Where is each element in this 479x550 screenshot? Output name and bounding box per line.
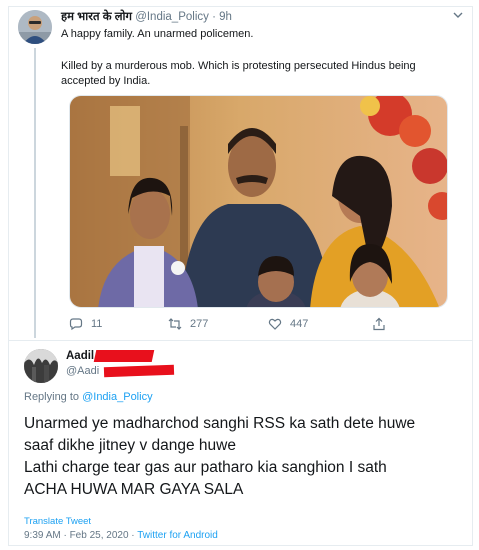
- author-avatar[interactable]: [18, 10, 52, 44]
- redaction-mark: [93, 350, 155, 362]
- reply-text-line: Unarmed ye madharchod sanghi RSS ka sath…: [24, 415, 416, 432]
- replying-handle-link[interactable]: @India_Policy: [82, 391, 152, 403]
- thread-connector: [34, 48, 36, 338]
- tweet-header: हम भारत के लोग @India_Policy · 9h: [61, 9, 232, 24]
- share-icon: [373, 317, 385, 331]
- like-count: 447: [290, 318, 309, 330]
- timestamp-text[interactable]: 9:39 AM · Feb 25, 2020 ·: [24, 530, 137, 541]
- tweet-time[interactable]: 9h: [219, 11, 232, 23]
- reply-count: 11: [91, 318, 103, 330]
- reply-text-line: saaf dikhe jitney v dange huwe: [24, 437, 236, 454]
- reply-action[interactable]: 11: [69, 317, 102, 331]
- heart-icon: [268, 318, 282, 330]
- author-name[interactable]: हम भारत के लोग: [61, 11, 132, 23]
- reply-icon: [69, 318, 83, 331]
- reply-text: Unarmed ye madharchod sanghi RSS ka sath…: [24, 413, 464, 501]
- family-photo[interactable]: [69, 95, 448, 308]
- tweet-text-line-1: A happy family. An unarmed policemen.: [61, 28, 254, 40]
- meta-separator: ·: [208, 11, 220, 23]
- retweet-action[interactable]: 277: [168, 317, 208, 331]
- translate-tweet-link[interactable]: Translate Tweet: [24, 516, 91, 527]
- replying-to: Replying to @India_Policy: [24, 391, 153, 403]
- reply-author-handle[interactable]: @Aadi: [66, 365, 99, 377]
- tweet-divider: [8, 340, 473, 341]
- reply-author-name[interactable]: Aadil: [66, 350, 94, 362]
- author-handle[interactable]: @India_Policy: [135, 11, 209, 23]
- reply-text-line: ACHA HUWA MAR GAYA SALA: [24, 481, 244, 498]
- replying-prefix: Replying to: [24, 391, 83, 403]
- tweet-text-line-2: Killed by a murderous mob. Which is prot…: [61, 60, 416, 87]
- like-action[interactable]: 447: [268, 317, 308, 331]
- client-link[interactable]: Twitter for Android: [137, 530, 218, 541]
- retweet-count: 277: [190, 318, 209, 330]
- chevron-down-icon[interactable]: [452, 8, 464, 20]
- reply-timestamp: 9:39 AM · Feb 25, 2020 · Twitter for And…: [24, 530, 218, 541]
- reply-text-line: Lathi charge tear gas aur patharo kia sa…: [24, 459, 387, 476]
- retweet-icon: [168, 318, 182, 330]
- share-action[interactable]: [372, 317, 394, 331]
- reply-author-avatar[interactable]: [24, 349, 58, 383]
